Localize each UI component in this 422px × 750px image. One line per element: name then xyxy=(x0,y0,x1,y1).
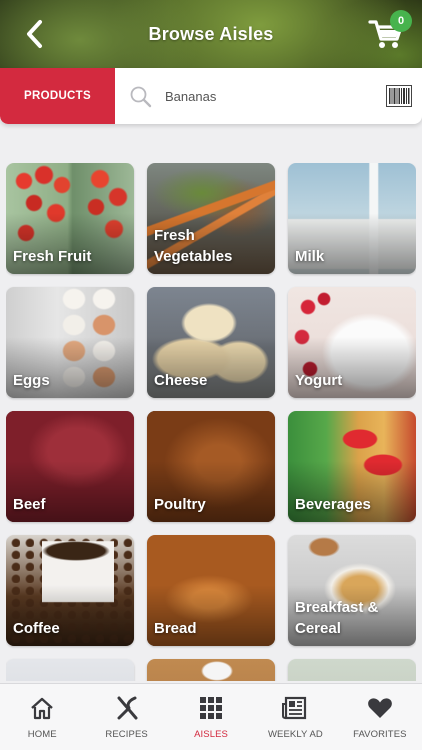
aisle-tile-breakfast-cereal[interactable]: Breakfast & Cereal xyxy=(288,535,416,646)
search-input[interactable] xyxy=(165,84,375,108)
aisle-label: Fresh Vegetables xyxy=(154,227,233,265)
aisle-label: Coffee xyxy=(13,620,60,637)
aisle-label: Beverages xyxy=(295,496,371,513)
aisle-tile-fresh-vegetables[interactable]: Fresh Vegetables xyxy=(147,163,275,274)
aisle-grid: Fresh Fruit Fresh Vegetables Milk Eggs C… xyxy=(6,163,416,681)
aisle-tile-beef[interactable]: Beef xyxy=(6,411,134,522)
cart-count-badge: 0 xyxy=(390,10,412,32)
tab-bar: HOME RECIPES AISLES WEEKLY AD FAVORITES xyxy=(0,683,422,750)
tab-home[interactable]: HOME xyxy=(0,684,84,750)
products-tab[interactable]: PRODUCTS xyxy=(0,68,115,124)
aisle-tile-partial-1[interactable] xyxy=(6,659,134,681)
aisle-tile-poultry[interactable]: Poultry xyxy=(147,411,275,522)
barcode-icon[interactable] xyxy=(386,85,412,107)
page-title: Browse Aisles xyxy=(148,24,274,44)
aisle-tile-bread[interactable]: Bread xyxy=(147,535,275,646)
heart-icon xyxy=(367,698,392,718)
aisle-label: Beef xyxy=(13,496,46,513)
aisle-label: Bread xyxy=(154,620,197,637)
aisle-tile-cheese[interactable]: Cheese xyxy=(147,287,275,398)
aisle-label: Breakfast & Cereal xyxy=(295,599,379,637)
home-icon xyxy=(31,697,54,720)
utensils-icon xyxy=(117,696,138,720)
tab-weekly-ad-label: WEEKLY AD xyxy=(267,729,323,740)
tab-aisles-label: AISLES xyxy=(194,729,228,740)
aisle-tile-coffee[interactable]: Coffee xyxy=(6,535,134,646)
tab-favorites[interactable]: FAVORITES xyxy=(338,684,422,750)
aisle-tile-beverages[interactable]: Beverages xyxy=(288,411,416,522)
aisle-tile-partial-3[interactable] xyxy=(288,659,416,681)
tab-recipes-label: RECIPES xyxy=(105,729,148,740)
tab-aisles[interactable]: AISLES xyxy=(169,684,253,750)
aisle-label: Eggs xyxy=(13,372,50,389)
aisle-tile-milk[interactable]: Milk xyxy=(288,163,416,274)
aisle-label: Cheese xyxy=(154,372,208,389)
aisle-label: Poultry xyxy=(154,496,206,513)
search-icon xyxy=(130,86,152,108)
aisle-label: Yogurt xyxy=(295,372,343,389)
tab-home-label: HOME xyxy=(27,729,57,740)
aisle-tile-partial-2[interactable] xyxy=(147,659,275,681)
tab-recipes[interactable]: RECIPES xyxy=(84,684,168,750)
header: Browse Aisles 0 xyxy=(0,0,422,68)
cart-button[interactable]: 0 xyxy=(368,10,412,56)
search-bar: PRODUCTS xyxy=(0,68,422,124)
grid-icon xyxy=(200,697,223,719)
search-field[interactable] xyxy=(115,68,422,124)
aisle-label: Fresh Fruit xyxy=(13,248,92,265)
newspaper-icon xyxy=(282,696,307,720)
tab-weekly-ad[interactable]: WEEKLY AD xyxy=(253,684,337,750)
tab-favorites-label: FAVORITES xyxy=(353,729,407,740)
aisle-label: Milk xyxy=(295,248,325,265)
aisle-tile-fresh-fruit[interactable]: Fresh Fruit xyxy=(6,163,134,274)
aisle-tile-yogurt[interactable]: Yogurt xyxy=(288,287,416,398)
aisle-tile-eggs[interactable]: Eggs xyxy=(6,287,134,398)
